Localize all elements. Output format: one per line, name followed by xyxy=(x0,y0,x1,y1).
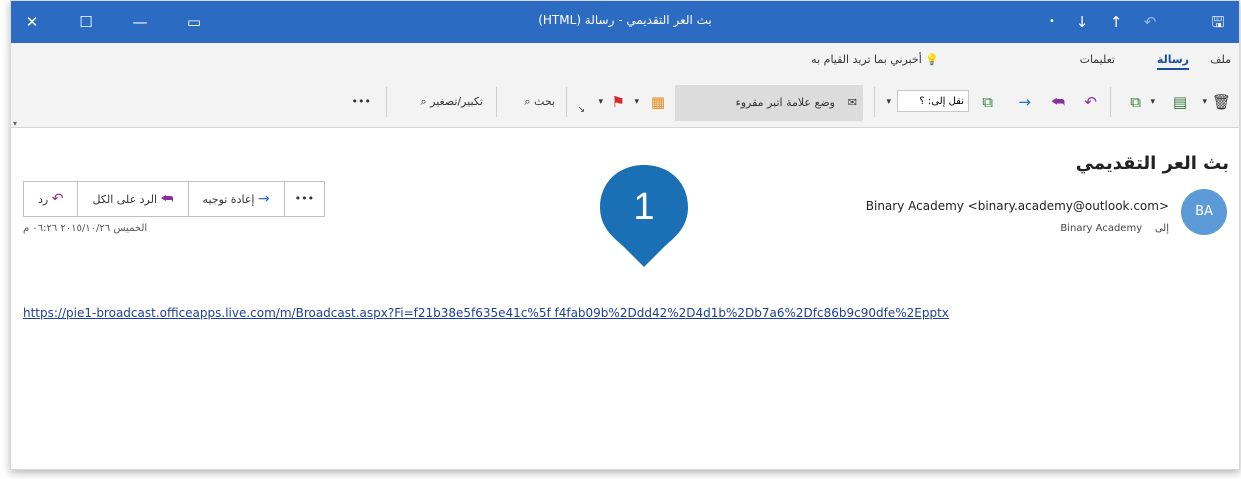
undo-icon[interactable]: ↶ xyxy=(1137,9,1163,35)
tell-me-search[interactable]: 💡 أخبرني بما تريد القيام به xyxy=(811,53,939,66)
reply-all-button[interactable]: ⮪ الرد على الكل xyxy=(77,182,187,216)
ribbon-more-button[interactable]: ••• xyxy=(352,89,371,115)
broadcast-link[interactable]: https://pie1-broadcast.officeapps.live.c… xyxy=(23,306,1231,320)
sender-address[interactable]: Binary Academy <binary.academy@outlook.c… xyxy=(866,199,1169,213)
envelope-icon: ✉ xyxy=(847,96,857,109)
forward-icon[interactable]: → xyxy=(1018,89,1031,115)
lightbulb-icon: 💡 xyxy=(925,53,939,66)
editing-icon[interactable]: ↘ xyxy=(577,97,585,123)
tab-help[interactable]: تعليمات xyxy=(1080,53,1115,66)
mark-unread-button[interactable]: ✉ وضع علامة اتبر مقروء xyxy=(675,85,863,121)
mark-unread-label: وضع علامة اتبر مقروء xyxy=(735,96,835,109)
separator xyxy=(566,87,567,117)
search-button[interactable]: ⌕ بحث xyxy=(524,89,555,115)
reply-button[interactable]: ↶ رد xyxy=(24,182,77,216)
ribbon-tabs: ملف رسالة تعليمات 💡 أخبرني بما تريد القي… xyxy=(11,43,1239,77)
zoom-icon: ⌕ xyxy=(420,95,427,108)
tell-me-label: أخبرني بما تريد القيام به xyxy=(811,53,922,66)
avatar[interactable]: BA xyxy=(1181,189,1227,235)
to-value[interactable]: Binary Academy xyxy=(1060,223,1142,234)
reply-all-label: الرد على الكل xyxy=(92,193,158,206)
reply-icon[interactable]: ↶ xyxy=(1084,89,1097,115)
categorize-icon[interactable]: ▦ xyxy=(651,89,665,115)
separator xyxy=(1110,87,1111,117)
separator xyxy=(496,87,497,117)
archive-icon[interactable]: ▤ xyxy=(1173,89,1187,115)
move-to-box[interactable]: نقل إلى: ؟ xyxy=(897,90,969,112)
move-to-dropdown-icon[interactable]: ▾ xyxy=(886,89,891,115)
reply-all-icon: ⮪ xyxy=(160,191,174,207)
save-icon[interactable]: 🖫 xyxy=(1205,9,1231,35)
search-icon: ⌕ xyxy=(524,95,531,108)
ribbon-toolbar: 🗑 ▾ ▤ ▾ ⧉ ↶ ⮪ → ⧉ نقل إلى: ؟ ▾ ✉ وضع علا… xyxy=(11,77,1239,128)
zoom-button[interactable]: ⌕ تكبير/تصغير xyxy=(420,89,483,115)
outlook-message-window: ✕ ☐ — ▭ بث العر التقديمي - رسالة (HTML) … xyxy=(10,0,1240,470)
down-arrow-icon[interactable]: ↓ xyxy=(1069,9,1095,35)
zoom-label: تكبير/تصغير xyxy=(430,95,483,108)
message-date: الخميس ٢٠١٥/١٠/٢٦ ٠٦:٢٦ م xyxy=(23,223,148,234)
forward-button[interactable]: → إعادة توجيه xyxy=(187,182,284,216)
reply-label: رد xyxy=(38,193,49,206)
message-actions: ↶ رد ⮪ الرد على الكل → إعادة توجيه ••• xyxy=(23,181,326,217)
to-label: إلى xyxy=(1154,223,1169,234)
more-actions-button[interactable]: ••• xyxy=(283,182,324,216)
flag-icon[interactable]: ⚑ xyxy=(612,89,625,115)
categorize-dropdown-icon[interactable]: ▾ xyxy=(634,89,639,115)
forward-icon: → xyxy=(257,191,270,207)
recipient-line: إلى Binary Academy xyxy=(1060,223,1169,234)
customize-dot-icon[interactable]: • xyxy=(1039,9,1065,35)
separator xyxy=(874,87,875,117)
move-dropdown-icon[interactable]: ▾ xyxy=(1150,89,1155,115)
message-subject: بث العر التقديمي xyxy=(1075,153,1229,174)
tab-file[interactable]: ملف xyxy=(1210,53,1231,66)
tab-message[interactable]: رسالة xyxy=(1156,53,1189,70)
forward-label: إعادة توجيه xyxy=(202,193,255,206)
callout-number: 1 xyxy=(633,186,654,228)
up-arrow-icon[interactable]: ↑ xyxy=(1103,9,1129,35)
delete-icon[interactable]: 🗑 xyxy=(1212,89,1231,115)
reply-icon: ↶ xyxy=(51,191,64,207)
move-icon[interactable]: ⧉ xyxy=(1130,89,1141,115)
reply-all-icon[interactable]: ⮪ xyxy=(1051,89,1065,115)
separator xyxy=(386,87,387,117)
delete-dropdown-icon[interactable]: ▾ xyxy=(1202,89,1207,115)
callout-marker: 1 xyxy=(600,165,688,267)
move-to-icon[interactable]: ⧉ xyxy=(982,89,993,115)
search-label: بحث xyxy=(534,95,555,108)
flag-dropdown-icon[interactable]: ▾ xyxy=(598,89,603,115)
title-bar: ✕ ☐ — ▭ بث العر التقديمي - رسالة (HTML) … xyxy=(11,1,1239,43)
collapse-ribbon-icon[interactable]: ▾ xyxy=(13,119,17,128)
